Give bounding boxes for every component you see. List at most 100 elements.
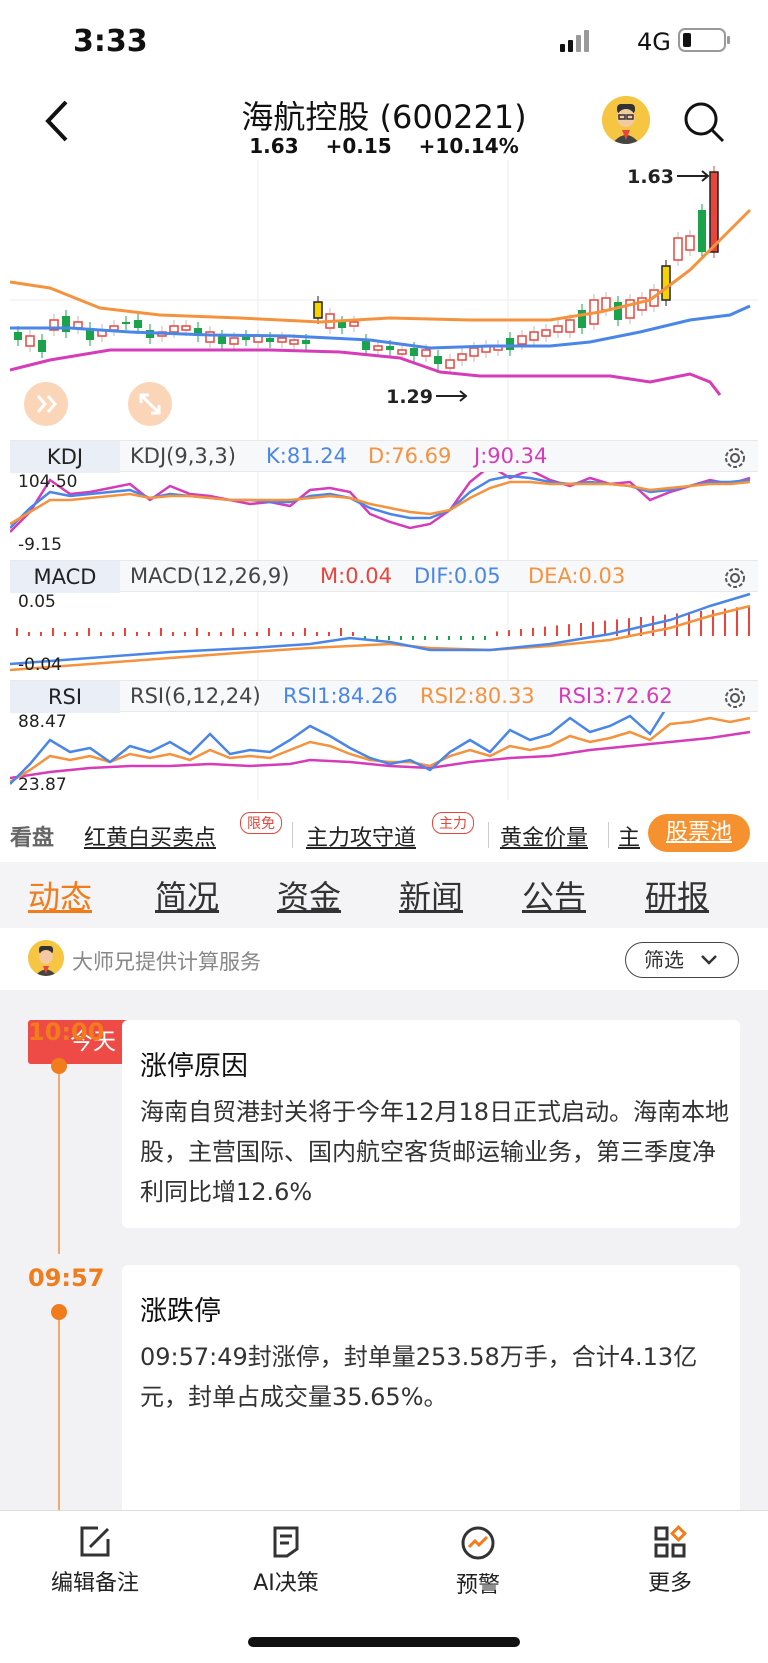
macd-bar xyxy=(736,607,738,636)
kdj-params: KDJ(9,3,3) xyxy=(130,444,236,468)
news-feed: 今天 10:00 涨停原因 海南自贸港封关将于今年12月18日正式启动。海南本地… xyxy=(0,990,768,1510)
rsi-header: RSI RSI(6,12,24) RSI1:84.26 RSI2:80.33 R… xyxy=(10,680,758,713)
advisor-avatar[interactable] xyxy=(602,96,650,144)
macd-bar xyxy=(352,632,354,636)
feed-time-1: 10:00 xyxy=(28,1018,105,1046)
rsi-axis-bottom: 23.87 xyxy=(18,775,67,795)
macd-settings-gear-icon[interactable] xyxy=(722,565,748,591)
card-body: 09:57:49封涨停，封单量253.58万手，合计4.13亿元，封单占成交量3… xyxy=(140,1343,698,1411)
free-badge: 限免 xyxy=(240,812,282,834)
kline-chart[interactable]: 1.63 1.29 xyxy=(10,160,758,445)
feed-card-limit[interactable]: 涨跌停 09:57:49封涨停，封单量253.58万手，合计4.13亿元，封单占… xyxy=(122,1265,740,1510)
candle xyxy=(62,316,70,332)
tab-research[interactable]: 研报 xyxy=(645,872,709,918)
macd-bar xyxy=(184,632,186,636)
ai-decision-button[interactable]: AI决策 xyxy=(216,1525,356,1597)
candle xyxy=(14,332,22,340)
rsi-settings-gear-icon[interactable] xyxy=(722,685,748,711)
search-icon[interactable] xyxy=(682,100,726,144)
strip-link-buy-sell[interactable]: 红黄白买卖点 xyxy=(84,820,216,852)
macd-bar xyxy=(484,636,486,640)
macd-bar xyxy=(652,615,654,636)
stock-header: 海航控股 (600221) 1.63 +0.15 +10.14% xyxy=(0,84,768,160)
alert-icon xyxy=(461,1526,495,1560)
tab-overview[interactable]: 简况 xyxy=(155,872,219,918)
macd-bar xyxy=(88,628,90,636)
macd-tag[interactable]: MACD xyxy=(10,561,120,593)
fullscreen-button[interactable] xyxy=(128,382,172,426)
rsi-params: RSI(6,12,24) xyxy=(130,684,261,708)
timeline-line xyxy=(58,1074,60,1254)
candle xyxy=(661,265,671,301)
macd-bar xyxy=(268,628,270,636)
kdj-j-line xyxy=(10,472,751,533)
macd-bar xyxy=(136,632,138,636)
kdj-tag[interactable]: KDJ xyxy=(10,441,120,473)
macd-bar xyxy=(712,609,714,636)
candle xyxy=(229,337,239,345)
macd-bar xyxy=(112,632,114,636)
macd-bar xyxy=(40,632,42,636)
rsi2-line xyxy=(10,716,751,784)
card-body: 海南自贸港封关将于今年12月18日正式启动。海南本地股，主营国际、国内航空客货邮… xyxy=(140,1098,730,1206)
expand-left-button[interactable] xyxy=(24,382,68,426)
tab-funds[interactable]: 资金 xyxy=(277,872,341,918)
macd-m: M:0.04 xyxy=(320,564,392,588)
candle xyxy=(529,331,539,341)
ma-mid-line xyxy=(10,304,751,350)
candle xyxy=(313,301,323,319)
macd-bar xyxy=(328,632,330,636)
macd-bar xyxy=(568,624,570,636)
tab-dynamic[interactable]: 动态 xyxy=(28,872,92,918)
candle xyxy=(506,338,514,350)
candle xyxy=(122,322,130,324)
macd-bar xyxy=(196,628,198,636)
alert-label: 预警 xyxy=(455,1573,500,1598)
filter-label: 筛选 xyxy=(644,948,684,972)
stock-pool-button[interactable]: 股票池 xyxy=(648,814,750,852)
rsi-2: RSI2:80.33 xyxy=(420,684,535,708)
timeline-dot xyxy=(51,1304,67,1320)
feed-card-limit-up-reason[interactable]: 涨停原因 海南自贸港封关将于今年12月18日正式启动。海南本地股，主营国际、国内… xyxy=(122,1020,740,1228)
kdj-settings-gear-icon[interactable] xyxy=(722,445,748,471)
macd-bar xyxy=(664,614,666,636)
content-tabs: 动态 简况 资金 新闻 公告 研报 xyxy=(0,862,768,928)
rsi-axis-top: 88.47 xyxy=(18,712,67,732)
candle xyxy=(709,171,719,253)
macd-bar xyxy=(580,623,582,636)
edit-note-button[interactable]: 编辑备注 xyxy=(25,1525,165,1597)
macd-bar xyxy=(52,628,54,636)
main-force-badge: 主力 xyxy=(432,812,474,834)
candle xyxy=(181,325,191,331)
rsi-tag[interactable]: RSI xyxy=(10,681,120,713)
chevron-down-icon xyxy=(701,955,717,965)
macd-dif-line xyxy=(10,592,751,666)
strip-link-more[interactable]: 主 xyxy=(618,820,640,852)
rsi-chart xyxy=(10,712,751,800)
macd-bar xyxy=(556,625,558,636)
candle xyxy=(397,349,407,355)
candle xyxy=(302,340,310,344)
more-grid-icon xyxy=(654,1525,687,1558)
tab-news[interactable]: 新闻 xyxy=(399,872,463,918)
kdj-chart xyxy=(10,472,751,560)
strip-link-main-force[interactable]: 主力攻守道 xyxy=(306,820,416,852)
more-button[interactable]: 更多 xyxy=(600,1525,740,1597)
candle xyxy=(421,349,431,357)
stock-quote: 1.63 +0.15 +10.14% xyxy=(0,134,768,158)
macd-axis-bottom: -0.04 xyxy=(18,655,62,675)
kdj-k: K:81.24 xyxy=(266,444,347,468)
filter-button[interactable]: 筛选 xyxy=(625,942,739,978)
macd-bar xyxy=(16,628,18,636)
alert-button[interactable]: 预警 xyxy=(408,1525,548,1599)
candle xyxy=(38,340,46,352)
kdj-j: J:90.34 xyxy=(474,444,548,468)
tab-announcements[interactable]: 公告 xyxy=(522,872,586,918)
strip-link-gold-price[interactable]: 黄金价量 xyxy=(500,820,588,852)
stock-title: 海航控股 (600221) xyxy=(241,98,527,136)
macd-bar xyxy=(172,632,174,636)
macd-chart xyxy=(10,592,751,680)
feature-strip: 看盘 红黄白买卖点 限免 主力攻守道 主力 黄金价量 主 股票池 xyxy=(0,812,768,856)
service-avatar xyxy=(28,940,64,976)
macd-bar xyxy=(544,626,546,636)
